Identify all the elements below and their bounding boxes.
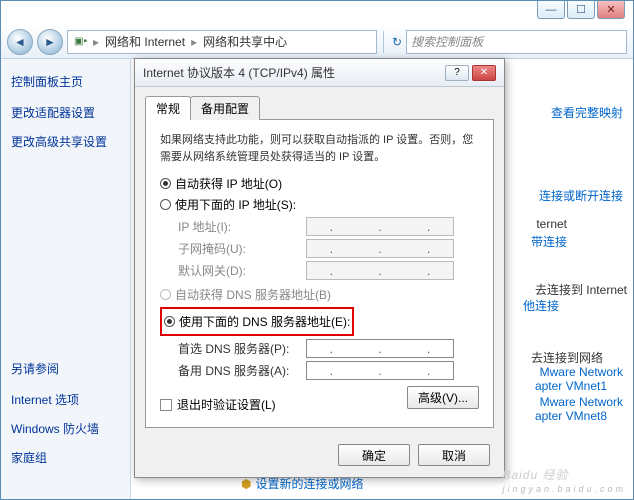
radio-ip-auto[interactable]: 自动获得 IP 地址(O) xyxy=(160,175,479,192)
breadcrumb[interactable]: ▣▪ ▸ 网络和 Internet ▸ 网络和共享中心 xyxy=(67,30,377,54)
dialog-help-button[interactable]: ? xyxy=(445,65,469,81)
separator xyxy=(383,31,384,53)
link-vm2b[interactable]: apter VMnet8 xyxy=(535,409,607,423)
text-net: ternet xyxy=(536,217,567,231)
label-dns2: 备用 DNS 服务器(A): xyxy=(178,362,300,379)
label-gw: 默认网关(D): xyxy=(178,262,300,279)
label-ip: IP 地址(I): xyxy=(178,218,300,235)
shield-icon: ⬢ xyxy=(241,477,251,491)
sidebar-link-inetopts[interactable]: Internet 选项 xyxy=(11,391,120,408)
radio-icon xyxy=(160,199,171,210)
dialog-close-button[interactable]: ✕ xyxy=(472,65,496,81)
dialog-title: Internet 协议版本 4 (TCP/IPv4) 属性 xyxy=(143,64,335,81)
sidebar: 控制面板主页 更改适配器设置 更改高级共享设置 另请参阅 Internet 选项… xyxy=(1,59,131,499)
maximize-button[interactable]: ☐ xyxy=(567,1,595,19)
description-text: 如果网络支持此功能，则可以获取自动指派的 IP 设置。否则，您需要从网络系统管理… xyxy=(160,132,479,165)
input-dns1[interactable]: ... xyxy=(306,339,454,358)
highlight-box: 使用下面的 DNS 服务器地址(E): xyxy=(160,307,354,336)
link-connect[interactable]: 连接或断开连接 xyxy=(539,187,623,204)
radio-dns-auto: 自动获得 DNS 服务器地址(B) xyxy=(160,286,479,303)
text-noconn2: 去连接到网络 xyxy=(531,349,603,366)
radio-icon xyxy=(160,289,171,300)
input-gw: ... xyxy=(306,261,454,280)
radio-icon xyxy=(160,178,171,189)
search-placeholder: 搜索控制面板 xyxy=(411,33,483,50)
search-input[interactable]: 搜索控制面板 xyxy=(406,30,627,54)
sidebar-heading[interactable]: 控制面板主页 xyxy=(11,73,120,90)
input-dns2[interactable]: ... xyxy=(306,361,454,380)
advanced-button[interactable]: 高级(V)... xyxy=(407,386,479,409)
back-button[interactable]: ◄ xyxy=(7,29,33,55)
close-button[interactable]: ✕ xyxy=(597,1,625,19)
breadcrumb-item[interactable]: 网络和共享中心 xyxy=(203,33,287,50)
chevron-right-icon: ▸ xyxy=(191,35,197,49)
sidebar-see-also-heading: 另请参阅 xyxy=(11,360,120,377)
checkbox-label: 退出时验证设置(L) xyxy=(177,396,276,413)
radio-label: 自动获得 IP 地址(O) xyxy=(175,175,282,192)
tab-panel: 如果网络支持此功能，则可以获取自动指派的 IP 设置。否则，您需要从网络系统管理… xyxy=(145,119,494,428)
ipv4-properties-dialog: Internet 协议版本 4 (TCP/IPv4) 属性 ? ✕ 常规 备用配… xyxy=(134,58,505,478)
label-dns1: 首选 DNS 服务器(P): xyxy=(178,340,300,357)
dialog-footer: 确定 取消 xyxy=(135,436,504,474)
dialog-titlebar: Internet 协议版本 4 (TCP/IPv4) 属性 ? ✕ xyxy=(135,59,504,87)
link-conn[interactable]: 带连接 xyxy=(531,233,567,250)
link-vm2a[interactable]: Mware Network xyxy=(540,395,623,409)
radio-label: 自动获得 DNS 服务器地址(B) xyxy=(175,286,331,303)
link-view-map[interactable]: 查看完整映射 xyxy=(551,104,623,121)
input-mask: ... xyxy=(306,239,454,258)
tab-general[interactable]: 常规 xyxy=(145,96,191,120)
link-vm1b[interactable]: apter VMnet1 xyxy=(535,379,607,393)
label-mask: 子网掩码(U): xyxy=(178,240,300,257)
cancel-button[interactable]: 取消 xyxy=(418,444,490,466)
sidebar-link-sharing[interactable]: 更改高级共享设置 xyxy=(11,133,120,150)
input-ip: ... xyxy=(306,217,454,236)
radio-label: 使用下面的 DNS 服务器地址(E): xyxy=(179,313,350,330)
tab-alternate[interactable]: 备用配置 xyxy=(190,96,260,120)
radio-dns-manual[interactable]: 使用下面的 DNS 服务器地址(E): xyxy=(164,313,350,330)
sidebar-link-adapter[interactable]: 更改适配器设置 xyxy=(11,104,120,121)
tabs: 常规 备用配置 xyxy=(145,96,494,120)
navbar: ◄ ► ▣▪ ▸ 网络和 Internet ▸ 网络和共享中心 ↻ 搜索控制面板 xyxy=(1,25,633,59)
text-noconn: 去连接到 Internet xyxy=(535,281,627,298)
chevron-right-icon: ▸ xyxy=(93,35,99,49)
link-vm1a[interactable]: Mware Network xyxy=(540,365,623,379)
radio-ip-manual[interactable]: 使用下面的 IP 地址(S): xyxy=(160,196,479,213)
minimize-button[interactable]: — xyxy=(537,1,565,19)
forward-button[interactable]: ► xyxy=(37,29,63,55)
sidebar-link-homegroup[interactable]: 家庭组 xyxy=(11,449,120,466)
sidebar-link-firewall[interactable]: Windows 防火墙 xyxy=(11,420,120,437)
radio-icon xyxy=(164,316,175,327)
radio-label: 使用下面的 IP 地址(S): xyxy=(175,196,296,213)
network-icon: ▣▪ xyxy=(74,36,87,47)
ok-button[interactable]: 确定 xyxy=(338,444,410,466)
refresh-icon[interactable]: ↻ xyxy=(392,35,402,49)
link-other[interactable]: 他连接 xyxy=(523,297,559,314)
window-controls: — ☐ ✕ xyxy=(537,1,625,19)
breadcrumb-item[interactable]: 网络和 Internet xyxy=(105,33,185,50)
checkbox-validate[interactable] xyxy=(160,399,172,411)
